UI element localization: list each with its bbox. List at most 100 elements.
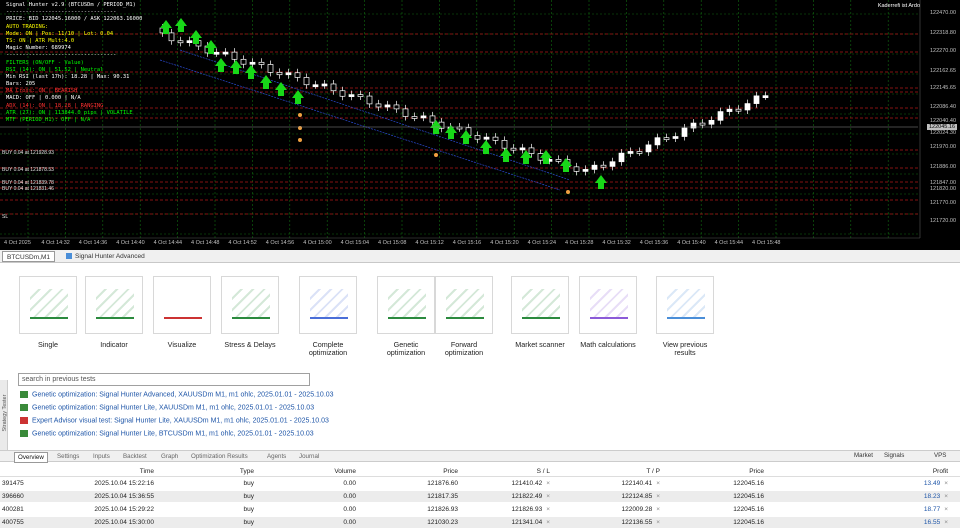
order-level-label: BUY 0.04 at 121831.46 (2, 186, 54, 192)
cell-volume: 0.00 (280, 519, 356, 526)
tab-settings[interactable]: Settings (54, 452, 82, 461)
close-position-icon[interactable]: × (944, 480, 948, 487)
tab-strategy-tester[interactable]: Signal Hunter Advanced (62, 251, 149, 262)
candle-body (339, 90, 346, 97)
tab-backtest[interactable]: Backtest (120, 452, 150, 461)
remove-level-icon[interactable]: × (546, 506, 550, 513)
strategy-tester-side-tab[interactable]: Strategy Tester (0, 380, 8, 450)
tab-inputs[interactable]: Inputs (90, 452, 113, 461)
tab-graph[interactable]: Graph (158, 452, 181, 461)
tool-market-scanner[interactable]: Market scanner (510, 276, 570, 349)
column-header[interactable]: S / L (470, 468, 550, 475)
column-header[interactable]: Volume (280, 468, 356, 475)
remove-level-icon[interactable]: × (546, 493, 550, 500)
candle-body (690, 122, 697, 129)
candle-body (366, 95, 373, 105)
remove-level-icon[interactable]: × (546, 519, 550, 526)
cell-profit: 13.49 × (860, 480, 948, 487)
candle-body (510, 147, 517, 151)
column-header[interactable]: Price (380, 468, 458, 475)
tab-agents[interactable]: Agents (264, 452, 289, 461)
info-line: RSI (14): ON | 51.52 | Neutral (6, 66, 104, 73)
time-tick-label: 4 Oct 15:36 (639, 240, 669, 246)
close-position-icon[interactable]: × (944, 493, 948, 500)
table-row[interactable]: 400281 2025.10.04 15:29:22 buy 0.00 121826.9… (0, 504, 960, 515)
search-previous-tests-input[interactable]: search in previous tests (18, 373, 310, 386)
tab-vps[interactable]: VPS (934, 452, 946, 459)
buy-signal-arrow-icon (245, 65, 257, 79)
time-tick-label: 4 Oct 15:48 (752, 240, 781, 246)
tool-complete-optimization[interactable]: Complete optimization (298, 276, 358, 357)
tool-stress-delays[interactable]: Stress & Delays (220, 276, 280, 349)
tab-journal[interactable]: Journal (296, 452, 322, 461)
cell-tp: 122124.85 × (570, 493, 660, 500)
column-header[interactable]: Type (180, 468, 254, 475)
table-row[interactable]: 400755 2025.10.04 15:30:00 buy 0.00 121030.2… (0, 517, 960, 528)
tool-genetic-optimization[interactable]: Genetic optimization (376, 276, 436, 357)
candle-body (348, 94, 355, 97)
price-tick-label: 121970.00 (930, 144, 956, 150)
candle-body (231, 51, 238, 60)
tool-single-test[interactable]: Single (18, 276, 78, 349)
tab-chart-btcusdm[interactable]: BTCUSDm,M1 (2, 251, 55, 262)
buy-signal-arrow-icon (595, 175, 607, 189)
candle-body (726, 108, 733, 112)
previous-test-label: Genetic optimization: Signal Hunter Adva… (32, 391, 334, 399)
remove-level-icon[interactable]: × (656, 506, 660, 513)
price-tick-label: 121770.00 (930, 200, 956, 206)
candle-body (762, 95, 769, 99)
candle-body (492, 136, 499, 141)
cell-type: buy (180, 493, 254, 500)
column-header[interactable]: T / P (570, 468, 660, 475)
candle-body (627, 151, 634, 154)
previous-test-item[interactable]: Expert Advisor visual test: Signal Hunte… (20, 417, 329, 424)
price-chart[interactable]: Signal Hunter v2.9 (BTCUSDm / PERIOD_M1)… (0, 0, 960, 250)
previous-test-item[interactable]: Genetic optimization: Signal Hunter Lite… (20, 430, 314, 437)
tester-icon (66, 253, 72, 260)
view-previous-results-icon (656, 276, 714, 334)
info-line: AUTO TRADING: (6, 23, 49, 30)
previous-test-label: Genetic optimization: Signal Hunter Lite… (32, 404, 315, 412)
candle-body (636, 151, 643, 154)
remove-level-icon[interactable]: × (656, 480, 660, 487)
tool-visualize[interactable]: Visualize (152, 276, 212, 349)
tab-optimization-results[interactable]: Optimization Results (188, 452, 251, 461)
column-header[interactable]: Profit (860, 468, 948, 475)
tool-forward-optimization[interactable]: Forward optimization (434, 276, 494, 357)
tool-view-previous-results[interactable]: View previous results (655, 276, 715, 357)
candle-body (267, 64, 274, 73)
table-row[interactable]: 396660 2025.10.04 15:36:55 buy 0.00 121817.3… (0, 491, 960, 502)
cell-value: 0.00 (343, 506, 356, 513)
candlestick-chart-canvas[interactable] (0, 0, 960, 250)
column-header[interactable]: Time (80, 468, 154, 475)
genetic-optimization-icon (377, 276, 435, 334)
table-row[interactable]: 391475 2025.10.04 15:22:16 buy 0.00 121876.6… (0, 478, 960, 489)
trade-marker-icon (434, 153, 438, 157)
remove-level-icon[interactable]: × (546, 480, 550, 487)
tab-overview[interactable]: Overview (14, 452, 48, 463)
cell-value: 2025.10.04 15:22:16 (94, 480, 154, 487)
previous-test-item[interactable]: Genetic optimization: Signal Hunter Lite… (20, 404, 314, 411)
cell-type: buy (180, 480, 254, 487)
cell-tp: 122136.55 × (570, 519, 660, 526)
candle-body (501, 140, 508, 149)
column-header[interactable]: Price (680, 468, 764, 475)
cell-value: 121817.35 (427, 493, 458, 500)
cell-value: 121822.49 (511, 493, 543, 500)
time-tick-label: 4 Oct 14:36 (78, 240, 108, 246)
tab-market[interactable]: Market (854, 452, 873, 459)
remove-level-icon[interactable]: × (656, 519, 660, 526)
tab-signals[interactable]: Signals (884, 452, 904, 459)
candle-body (312, 84, 319, 88)
info-line: ---------------------------------- (6, 52, 117, 59)
tool-indicator[interactable]: Indicator (84, 276, 144, 349)
info-line: Magic Number: 689974 (6, 45, 71, 52)
tool-math-calculations[interactable]: Math calculations (578, 276, 638, 349)
remove-level-icon[interactable]: × (656, 493, 660, 500)
previous-test-item[interactable]: Genetic optimization: Signal Hunter Adva… (20, 391, 334, 398)
close-position-icon[interactable]: × (944, 519, 948, 526)
candle-body (609, 161, 616, 167)
close-position-icon[interactable]: × (944, 506, 948, 513)
candle-body (249, 61, 256, 65)
info-line: PRICE: BID 122045.16000 / ASK 122063.160… (6, 16, 143, 23)
